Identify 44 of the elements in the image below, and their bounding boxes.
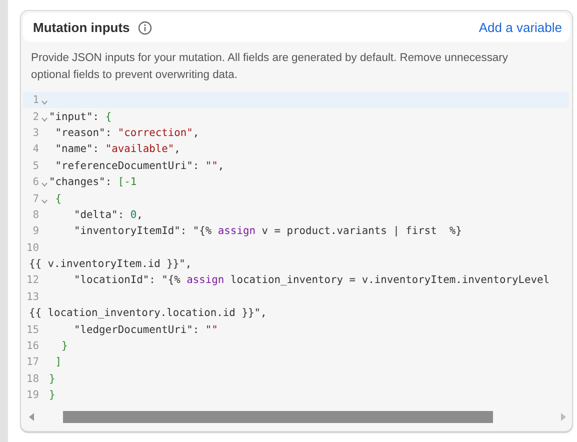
- scroll-right-icon[interactable]: [560, 413, 566, 421]
- code-line: "referenceDocumentUri": "",: [54, 160, 224, 172]
- code-line: "ledgerDocumentUri": "": [73, 324, 218, 336]
- line-number: 4: [32, 143, 39, 156]
- line-number: 12: [25, 274, 39, 286]
- line-number: 9: [32, 225, 39, 238]
- code-line: }: [49, 389, 56, 402]
- add-variable-link[interactable]: Add a variable: [478, 20, 562, 35]
- line-number: 13: [25, 290, 39, 303]
- line-number: 2: [32, 110, 39, 123]
- line-number: 5: [32, 160, 39, 172]
- line-number: 15: [25, 324, 39, 336]
- line-number: 6: [32, 176, 39, 188]
- code-line: "input": {: [49, 110, 112, 123]
- line-number: 19: [25, 389, 39, 402]
- line-number: 1: [32, 94, 39, 106]
- code-line: "inventoryItemId": "{% assign v = product.variants | first %}: [73, 225, 462, 238]
- fold-chevron-icon[interactable]: [40, 198, 48, 204]
- line-number: 16: [25, 340, 39, 352]
- line-number: 17: [25, 356, 39, 368]
- code-line: ]: [54, 356, 62, 368]
- code-line: {{ v.inventoryItem.id }}",: [29, 258, 192, 270]
- code-line: "changes": [-1: [49, 176, 137, 188]
- panel-title: Mutation inputs: [33, 20, 130, 35]
- info-icon[interactable]: [138, 20, 152, 34]
- code-line: }: [49, 372, 56, 385]
- line-number: 8: [32, 208, 39, 221]
- code-line: "delta": 0,: [73, 208, 143, 221]
- code-line: {: [54, 192, 62, 205]
- code-line: {{ location_inventory.location.id }}",: [29, 307, 267, 320]
- code-line: "reason": "correction",: [54, 126, 200, 139]
- code-line: "locationId": "{% assign location_inventory = v.inventoryItem.inventoryLevel: [73, 274, 550, 286]
- scrollbar-thumb[interactable]: [63, 411, 493, 423]
- fold-chevron-icon[interactable]: [40, 182, 48, 188]
- line-number: 10: [25, 242, 39, 254]
- description-text: Provide JSON inputs for your mutation. All fields are generated by default. Remove unnecessary optional fields to prevent overwriting data.: [31, 51, 509, 83]
- code-line: "name": "available",: [54, 143, 180, 156]
- fold-chevron-icon[interactable]: [40, 116, 48, 122]
- scroll-left-icon[interactable]: [29, 413, 35, 421]
- line-number: 18: [25, 372, 39, 385]
- code-line: }: [60, 340, 68, 352]
- line-number: 7: [32, 192, 39, 205]
- fold-chevron-icon[interactable]: [40, 100, 48, 106]
- line-number: 3: [32, 126, 39, 139]
